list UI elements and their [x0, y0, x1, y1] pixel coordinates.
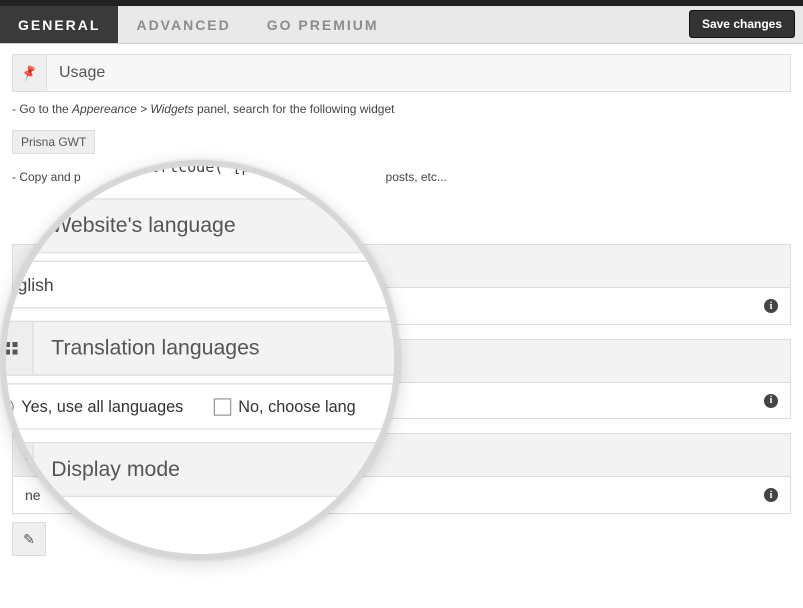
usage-title: Usage — [47, 56, 117, 90]
display-mode-block: Display mode ne i — [12, 433, 791, 514]
website-language-block: Website's language English i — [12, 244, 791, 325]
info-icon[interactable]: i — [764, 488, 778, 502]
tab-bar: General Advanced Go Premium Save changes — [0, 6, 803, 44]
tab-go-premium[interactable]: Go Premium — [249, 6, 397, 43]
tab-general[interactable]: General — [0, 6, 118, 43]
website-language-value-row[interactable]: English i — [12, 288, 791, 325]
translation-languages-block: Translation languages Yes, use all langu… — [12, 339, 791, 419]
widget-name-chip: Prisna GWT — [12, 130, 95, 154]
website-language-value: English — [25, 298, 71, 314]
checkbox-icon — [199, 394, 213, 408]
translation-languages-title: Translation languages — [55, 341, 250, 381]
pencil-icon-box[interactable]: ✎ — [12, 522, 46, 556]
info-icon[interactable]: i — [764, 394, 778, 408]
radio-icon — [25, 394, 39, 408]
usage-section-header: 📌 Usage — [12, 54, 791, 92]
usage-help-line-1: - Go to the Appereance > Widgets panel, … — [12, 102, 791, 116]
grid-icon — [13, 245, 55, 287]
display-mode-value-row[interactable]: ne i — [12, 477, 791, 514]
display-mode-title: Display mode — [55, 435, 186, 475]
pencil-icon: ✎ — [23, 531, 35, 548]
website-language-title: Website's language — [55, 246, 231, 286]
grid-icon — [13, 434, 55, 476]
pin-icon: 📌 — [13, 55, 47, 91]
option-use-all-languages[interactable]: Yes, use all languages — [25, 393, 175, 408]
grid-icon — [13, 340, 55, 382]
save-changes-button[interactable]: Save changes — [689, 10, 795, 38]
display-mode-value: ne — [25, 487, 41, 503]
usage-help-line-2: - Copy and p aste the following shortcod… — [12, 170, 791, 184]
option-choose-languages[interactable]: No, choose lang — [199, 393, 313, 408]
info-icon[interactable]: i — [764, 299, 778, 313]
tab-advanced[interactable]: Advanced — [118, 6, 248, 43]
content-area: 📌 Usage - Go to the Appereance > Widgets… — [0, 44, 803, 556]
